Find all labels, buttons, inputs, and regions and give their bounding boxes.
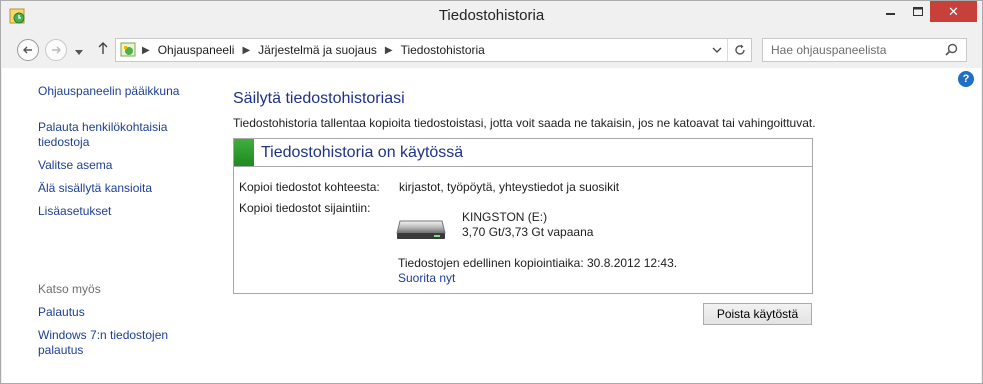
sidebar-item-exclude-folders[interactable]: Älä sisällytä kansioita <box>38 181 152 196</box>
page-title: Säilytä tiedostohistoriasi <box>233 90 405 107</box>
address-history-dropdown[interactable] <box>707 39 727 61</box>
last-copy-time: Tiedostojen edellinen kopiointiaika: 30.… <box>398 256 678 270</box>
breadcrumb-file-history[interactable]: Tiedostohistoria <box>401 43 485 57</box>
breadcrumb-control-panel[interactable]: Ohjauspaneeli <box>158 43 235 57</box>
breadcrumb-system-security[interactable]: Järjestelmä ja suojaus <box>258 43 377 57</box>
address-bar[interactable]: ▶ Ohjauspaneeli ▶ Järjestelmä ja suojaus… <box>115 38 752 62</box>
see-also-item-recovery[interactable]: Palautus <box>38 305 85 320</box>
sidebar-item-control-panel-home[interactable]: Ohjauspaneelin pääikkuna <box>38 84 179 99</box>
chevron-down-icon <box>712 47 722 53</box>
title-bar[interactable]: Tiedostohistoria ✕ <box>1 1 982 32</box>
up-button[interactable] <box>97 41 109 58</box>
copy-source-label: Kopioi tiedostot kohteesta: <box>239 180 380 194</box>
sidebar-item-advanced-settings[interactable]: Lisäasetukset <box>38 204 111 219</box>
chevron-down-icon <box>75 50 83 55</box>
forward-button[interactable] <box>45 39 67 61</box>
copy-source-value: kirjastot, työpöytä, yhteystiedot ja suo… <box>399 180 620 194</box>
maximize-icon <box>912 6 923 16</box>
close-icon: ✕ <box>948 3 959 19</box>
up-arrow-icon <box>98 42 108 54</box>
navigation-bar: ▶ Ohjauspaneeli ▶ Järjestelmä ja suojaus… <box>1 32 982 68</box>
see-also-title: Katso myös <box>38 282 101 296</box>
status-indicator <box>234 139 254 166</box>
refresh-icon <box>734 44 745 55</box>
drive-free-space: 3,70 Gt/3,73 Gt vapaana <box>462 225 594 239</box>
recent-locations-button[interactable] <box>75 45 83 59</box>
file-history-window: Tiedostohistoria ✕ ▶ Ohjauspaneeli ▶ Jär… <box>0 0 983 384</box>
back-arrow-icon <box>23 46 32 54</box>
back-button[interactable] <box>17 39 39 61</box>
turn-off-button[interactable]: Poista käytöstä <box>703 303 812 325</box>
drive-name: KINGSTON (E:) <box>462 210 548 224</box>
maximize-button[interactable] <box>904 1 931 22</box>
usb-drive-icon <box>396 217 446 244</box>
breadcrumb-separator-icon[interactable]: ▶ <box>385 45 393 56</box>
sidebar-item-select-drive[interactable]: Valitse asema <box>38 158 112 173</box>
search-icon[interactable] <box>945 43 958 59</box>
content-area: Ohjauspaneelin pääikkuna Palauta henkilö… <box>2 68 981 383</box>
minimize-button[interactable] <box>877 1 904 22</box>
copy-destination-label: Kopioi tiedostot sijaintiin: <box>239 201 371 215</box>
status-header: Tiedostohistoria on käytössä <box>234 139 812 167</box>
run-now-link[interactable]: Suorita nyt <box>398 271 455 285</box>
sidebar-item-restore-files[interactable]: Palauta henkilökohtaisia tiedostoja <box>38 120 183 150</box>
control-panel-icon <box>120 42 136 61</box>
search-input[interactable]: Hae ohjauspaneelista <box>762 38 967 62</box>
help-icon[interactable]: ? <box>958 71 974 87</box>
minimize-icon <box>885 12 895 15</box>
breadcrumb-separator-icon[interactable]: ▶ <box>142 45 150 56</box>
page-description: Tiedostohistoria tallentaa kopioita tied… <box>233 116 816 130</box>
forward-arrow-icon <box>52 46 61 54</box>
status-title: Tiedostohistoria on käytössä <box>261 144 464 161</box>
refresh-button[interactable] <box>727 39 751 61</box>
breadcrumb: ▶ Ohjauspaneeli ▶ Järjestelmä ja suojaus… <box>142 43 485 57</box>
file-history-status-panel: Tiedostohistoria on käytössä Kopioi tied… <box>233 138 813 294</box>
see-also-item-windows7-file-recovery[interactable]: Windows 7:n tiedostojen palautus <box>38 328 188 358</box>
search-placeholder: Hae ohjauspaneelista <box>771 43 887 57</box>
close-button[interactable]: ✕ <box>930 1 977 22</box>
window-title: Tiedostohistoria <box>438 7 545 24</box>
breadcrumb-separator-icon[interactable]: ▶ <box>242 45 250 56</box>
